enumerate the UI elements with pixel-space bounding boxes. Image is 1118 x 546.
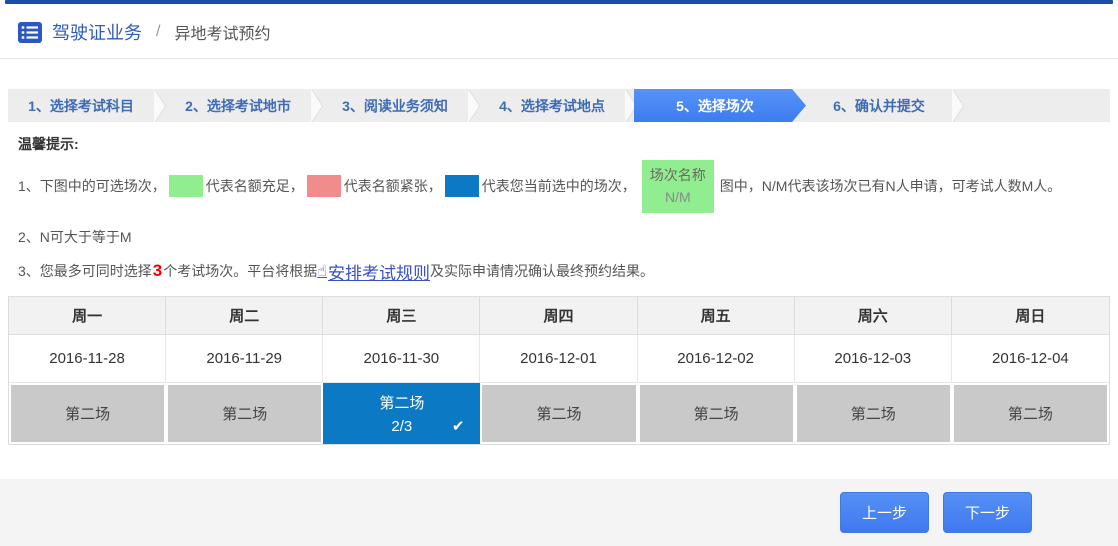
tip-line-3: 3、您最多可同时选择 3 个考试场次。平台将根据 ☝安排考试规则 及实际申请情况… — [18, 259, 1100, 284]
step-chevron-separator — [952, 89, 963, 122]
tip3-pre: 3、您最多可同时选择 — [18, 261, 152, 281]
legend-red-swatch — [307, 175, 341, 197]
date-cell: 2016-11-29 — [166, 335, 323, 383]
tip-line-1: 1、下图中的可选场次， 代表名额充足， 代表名额紧张， 代表您当前选中的场次， … — [18, 160, 1100, 213]
tip3-mid: 个考试场次。平台将根据 — [163, 261, 317, 281]
next-step-button[interactable]: 下一步 — [943, 492, 1032, 533]
pointing-hand-icon: ☝ — [317, 261, 327, 281]
weekday-cell: 周六 — [795, 297, 952, 335]
session-row: 第二场第二场第二场2/3✔第二场第二场第二场第二场 — [9, 383, 1109, 444]
session-label: 第二场 — [1008, 403, 1053, 424]
step-tab-5[interactable]: 5、选择场次 — [634, 89, 806, 122]
weekday-cell: 周二 — [166, 297, 323, 335]
session-label: 第二场 — [65, 403, 110, 424]
date-cell: 2016-12-02 — [638, 335, 795, 383]
breadcrumb: 驾驶证业务 / 异地考试预约 — [0, 4, 1118, 58]
exam-rules-link-text: 安排考试规则 — [328, 259, 430, 284]
tip1-red-text: 代表名额紧张， — [344, 176, 442, 196]
schedule-table: 周一周二周三周四周五周六周日 2016-11-282016-11-292016-… — [8, 296, 1110, 445]
legend-session-box-title: 场次名称 — [644, 164, 712, 186]
session-option[interactable]: 第二场 — [797, 385, 950, 442]
legend-session-box-value: N/M — [644, 186, 712, 208]
weekday-cell: 周一 — [9, 297, 166, 335]
session-option[interactable]: 第二场 — [640, 385, 793, 442]
session-cell: 第二场 — [795, 383, 952, 444]
weekday-cell: 周三 — [323, 297, 480, 335]
list-icon — [18, 22, 42, 43]
session-cell: 第二场 — [480, 383, 637, 444]
session-cell: 第二场 — [9, 383, 166, 444]
header-divider — [0, 58, 1118, 59]
date-cell: 2016-11-30 — [323, 335, 480, 383]
legend-session-box: 场次名称 N/M — [642, 160, 714, 213]
session-label: 第二场 — [379, 392, 424, 413]
prev-step-button[interactable]: 上一步 — [840, 492, 929, 533]
session-cell: 第二场 — [952, 383, 1109, 444]
tip1-prefix: 1、下图中的可选场次， — [18, 176, 166, 196]
session-label: 第二场 — [536, 403, 581, 424]
tip-line-2: 2、N可大于等于M — [18, 227, 1100, 247]
weekday-cell: 周五 — [638, 297, 795, 335]
date-row: 2016-11-282016-11-292016-11-302016-12-01… — [9, 335, 1109, 383]
breadcrumb-current: 异地考试预约 — [174, 20, 270, 44]
step-chevron-separator — [311, 89, 322, 122]
tip3-post: 及实际申请情况确认最终预约结果。 — [430, 261, 654, 281]
exam-rules-link[interactable]: ☝安排考试规则 — [317, 259, 430, 284]
step-tab-2[interactable]: 2、选择考试地市 — [165, 89, 311, 122]
checkmark-icon: ✔ — [452, 417, 465, 435]
max-select-count: 3 — [152, 261, 163, 281]
session-quota: 2/3 — [391, 418, 412, 435]
session-label: 第二场 — [694, 403, 739, 424]
legend-green-swatch — [169, 175, 203, 197]
session-cell: 第二场 — [638, 383, 795, 444]
step-chevron-separator — [154, 89, 165, 122]
tips-title: 温馨提示: — [18, 134, 1100, 154]
step-tab-3[interactable]: 3、阅读业务须知 — [322, 89, 468, 122]
tips-section: 温馨提示: 1、下图中的可选场次， 代表名额充足， 代表名额紧张， 代表您当前选… — [18, 134, 1100, 284]
step-bar: 1、选择考试科目 2、选择考试地市 3、阅读业务须知 4、选择考试地点 5、选择场次6、… — [8, 89, 1110, 122]
legend-blue-swatch — [445, 175, 479, 197]
date-cell: 2016-12-04 — [952, 335, 1109, 383]
breadcrumb-root[interactable]: 驾驶证业务 — [52, 19, 142, 45]
date-cell: 2016-11-28 — [9, 335, 166, 383]
date-cell: 2016-12-01 — [480, 335, 637, 383]
step-tab-1[interactable]: 1、选择考试科目 — [8, 89, 154, 122]
tip1-green-text: 代表名额充足， — [206, 176, 304, 196]
tip1-blue-text: 代表您当前选中的场次， — [482, 176, 636, 196]
step-tab-4[interactable]: 4、选择考试地点 — [479, 89, 625, 122]
session-option[interactable]: 第二场 — [168, 385, 321, 442]
session-option[interactable]: 第二场 — [954, 385, 1107, 442]
step-bar-filler — [963, 89, 1110, 122]
session-cell: 第二场 2/3 ✔ — [323, 383, 480, 444]
weekday-cell: 周日 — [952, 297, 1109, 335]
session-option-selected[interactable]: 第二场 2/3 ✔ — [323, 383, 480, 444]
step-chevron-separator — [468, 89, 479, 122]
weekday-header-row: 周一周二周三周四周五周六周日 — [9, 297, 1109, 335]
weekday-cell: 周四 — [480, 297, 637, 335]
date-cell: 2016-12-03 — [795, 335, 952, 383]
session-option[interactable]: 第二场 — [11, 385, 164, 442]
session-label: 第二场 — [222, 403, 267, 424]
step-tab-6[interactable]: 6、确认并提交 — [806, 89, 952, 122]
session-cell: 第二场 — [166, 383, 323, 444]
session-option[interactable]: 第二场 — [482, 385, 635, 442]
breadcrumb-separator: / — [156, 23, 160, 41]
session-label: 第二场 — [851, 403, 896, 424]
tip1-suffix: 图中，N/M代表该场次已有N人申请，可考试人数M人。 — [720, 176, 1061, 196]
footer-bar: 上一步 下一步 — [0, 479, 1118, 546]
